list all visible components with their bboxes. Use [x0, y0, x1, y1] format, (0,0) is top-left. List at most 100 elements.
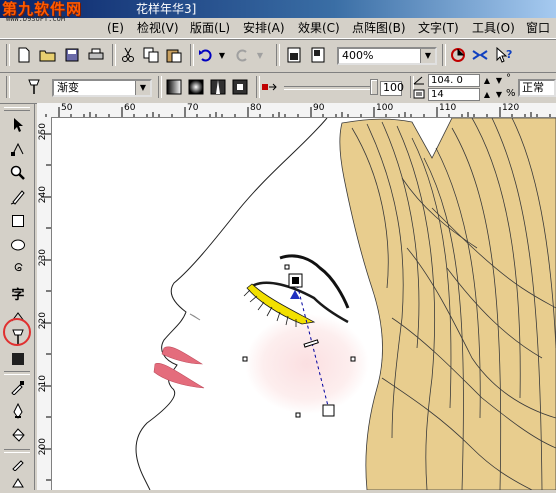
conical-gradient-icon: [210, 79, 226, 95]
conical-fountain-button[interactable]: [208, 77, 228, 97]
interactive-fill-icon: [24, 77, 44, 97]
ruler-top-label: 80: [250, 103, 262, 113]
shape-node-icon: [11, 142, 24, 156]
eyelashes[interactable]: [246, 283, 316, 325]
chevron-down-icon: ▼: [218, 50, 226, 60]
lower-lip[interactable]: [153, 363, 205, 389]
smart-fill-tool[interactable]: [7, 473, 29, 493]
menu-layout[interactable]: 版面(L): [190, 20, 230, 36]
shape-tool[interactable]: [7, 139, 29, 159]
square-gradient-icon: [232, 79, 248, 95]
print-icon: [88, 48, 104, 60]
spiral-tool[interactable]: [7, 259, 29, 279]
ruler-left-label: 220: [38, 312, 48, 330]
redo-button[interactable]: [232, 45, 252, 65]
menu-window[interactable]: 窗口: [526, 20, 550, 36]
eyedropper-tool[interactable]: [7, 377, 29, 397]
interactive-transparency-tool[interactable]: [7, 349, 29, 369]
ruler-left-label: 250: [38, 123, 48, 141]
undo-button[interactable]: [196, 45, 216, 65]
angle-stepper-up[interactable]: ▲: [481, 74, 493, 87]
angle-stepper-down[interactable]: ▼: [493, 74, 505, 87]
menu-text[interactable]: 文字(T): [418, 20, 459, 36]
save-button[interactable]: [62, 45, 82, 65]
menu-tools[interactable]: 工具(O): [472, 20, 515, 36]
toolbar-grip: [6, 76, 10, 98]
fill-type-select[interactable]: 渐变 ▼: [52, 79, 152, 97]
nostril: [189, 313, 201, 321]
radial-fountain-button[interactable]: [186, 77, 206, 97]
triangle-down-icon: ▼: [495, 90, 503, 99]
export-icon: [311, 47, 325, 63]
paste-button[interactable]: [164, 45, 184, 65]
ruler-top-label: 120: [502, 103, 520, 113]
magnifier-icon: [10, 165, 25, 180]
outline-tool[interactable]: [7, 401, 29, 421]
cut-button[interactable]: [118, 45, 138, 65]
face-outline[interactable]: [135, 118, 328, 490]
menu-effects[interactable]: 效果(C): [298, 20, 340, 36]
ellipse-tool[interactable]: [7, 235, 29, 255]
text-glyph-icon: 字: [11, 287, 25, 303]
pick-tool[interactable]: [7, 115, 29, 135]
midpoint-slider-thumb[interactable]: [370, 79, 378, 95]
cheek-blush[interactable]: [245, 314, 369, 414]
toolbar-separator: [112, 44, 116, 66]
undo-dropdown[interactable]: ▼: [216, 45, 228, 65]
angle-input[interactable]: 104. 0: [428, 74, 480, 87]
import-button[interactable]: [284, 45, 304, 65]
face-illustration: [135, 118, 556, 490]
gradient-start-fill: [292, 277, 299, 284]
menu-edit[interactable]: (E): [107, 20, 124, 36]
fill-tool[interactable]: [7, 425, 29, 445]
square-fountain-button[interactable]: [230, 77, 250, 97]
print-button[interactable]: [86, 45, 106, 65]
linear-fountain-button[interactable]: [164, 77, 184, 97]
eyedropper-tool-2[interactable]: [7, 453, 29, 473]
toolbar-separator: [158, 76, 162, 98]
dropper-icon: [12, 460, 24, 471]
toolbar-separator: [190, 44, 194, 66]
application-launcher-button[interactable]: [448, 45, 468, 65]
chevron-down-icon: ▼: [256, 50, 264, 60]
whats-this-button[interactable]: ?: [494, 45, 514, 65]
edge-pad-input[interactable]: 14: [428, 88, 480, 101]
menu-view[interactable]: 检视(V): [137, 20, 179, 36]
paint-bucket-icon: [12, 428, 25, 442]
upper-lip[interactable]: [161, 346, 204, 365]
help-pointer-icon: ?: [496, 47, 512, 63]
transparency-mode-select[interactable]: 正常: [518, 79, 556, 97]
toolbox: 字: [0, 103, 35, 490]
open-file-button[interactable]: [38, 45, 58, 65]
zoom-level-select[interactable]: 400% ▼: [337, 47, 437, 65]
menu-arrange[interactable]: 安排(A): [243, 20, 285, 36]
export-button[interactable]: [308, 45, 328, 65]
edge-pad-stepper-down[interactable]: ▼: [493, 88, 505, 101]
redo-dropdown[interactable]: ▼: [254, 45, 266, 65]
zoom-tool[interactable]: [7, 163, 29, 183]
gradient-end-handle[interactable]: [322, 404, 335, 417]
launcher-icon: [451, 48, 465, 62]
text-tool[interactable]: 字: [7, 283, 29, 303]
copy-button[interactable]: [141, 45, 161, 65]
freehand-tool[interactable]: [7, 187, 29, 207]
transparency-icon: [12, 353, 24, 365]
menu-bar: (E) 检视(V) 版面(L) 安排(A) 效果(C) 点阵图(B) 文字(T)…: [0, 18, 556, 39]
copy-icon: [143, 47, 159, 63]
midpoint-input[interactable]: 100: [380, 81, 404, 96]
horizontal-ruler[interactable]: 50 60 70 80 90 100 110 120: [37, 103, 556, 118]
edge-pad-stepper-up[interactable]: ▲: [481, 88, 493, 101]
save-icon: [65, 48, 79, 62]
menu-bitmaps[interactable]: 点阵图(B): [352, 20, 406, 36]
drawing-canvas[interactable]: [52, 118, 556, 490]
corel-online-button[interactable]: [470, 45, 490, 65]
midpoint-slider-track[interactable]: [284, 86, 374, 90]
rectangle-tool[interactable]: [7, 211, 29, 231]
degree-unit: °: [506, 73, 511, 84]
fill-color-arrow-icon[interactable]: [260, 77, 280, 97]
standard-toolbar: ▼ ▼ 400% ▼ ?: [0, 39, 556, 73]
triangle-down-icon: ▼: [495, 76, 503, 85]
vertical-ruler[interactable]: 250 240 230 220 210 200: [37, 117, 52, 490]
new-file-button[interactable]: [14, 45, 34, 65]
mode-value: 正常: [522, 81, 544, 94]
